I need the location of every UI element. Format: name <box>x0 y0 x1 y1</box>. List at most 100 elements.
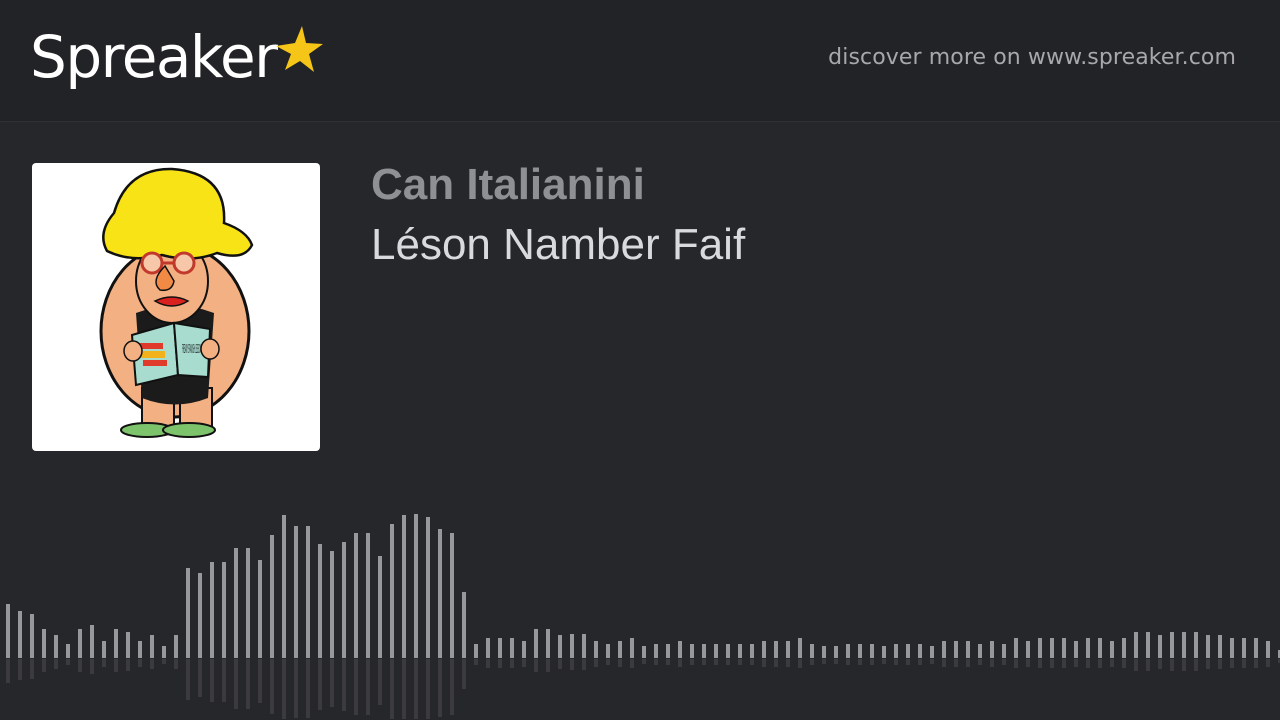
waveform-bar-reflection <box>186 659 190 700</box>
waveform-bar <box>42 629 46 658</box>
waveform-bar <box>918 644 922 658</box>
waveform-bar-reflection <box>882 659 886 664</box>
waveform-bar-reflection <box>1134 659 1138 671</box>
waveform-bar <box>702 644 706 658</box>
waveform-bar-reflection <box>570 659 574 670</box>
waveform-bar-reflection <box>378 659 382 705</box>
waveform-bar <box>978 644 982 658</box>
show-title[interactable]: Can Italianini <box>371 158 645 212</box>
waveform-bar <box>1062 638 1066 658</box>
waveform-bar <box>1230 638 1234 658</box>
audio-waveform[interactable] <box>0 500 1280 720</box>
waveform-bar <box>486 638 490 658</box>
waveform-bar-reflection <box>498 659 502 668</box>
waveform-bar-reflection <box>270 659 274 714</box>
waveform-bar <box>954 641 958 658</box>
waveform-bar-reflection <box>450 659 454 715</box>
waveform-bar-reflection <box>810 659 814 665</box>
waveform-bar-reflection <box>534 659 538 672</box>
waveform-bar <box>1002 644 1006 658</box>
waveform-bar <box>1182 632 1186 658</box>
waveform-bar-reflection <box>1014 659 1018 668</box>
waveform-bar-reflection <box>1194 659 1198 671</box>
waveform-bar <box>690 644 694 658</box>
waveform-bar <box>174 635 178 658</box>
waveform-bar-reflection <box>390 659 394 719</box>
waveform-bar <box>1194 632 1198 658</box>
cartoon-character-image: FREAKY SPANISH LESSONS FAIF <box>99 167 254 438</box>
waveform-bar <box>30 614 34 658</box>
waveform-bar-reflection <box>126 659 130 671</box>
waveform-bar <box>402 515 406 658</box>
waveform-bar-reflection <box>774 659 778 667</box>
waveform-bar <box>546 629 550 658</box>
waveform-bar <box>630 638 634 658</box>
waveform-bar <box>1110 641 1114 658</box>
spreaker-logo[interactable]: Spreaker <box>30 22 324 102</box>
waveform-bar <box>1206 635 1210 658</box>
waveform-bar-reflection <box>822 659 826 664</box>
waveform-bar <box>810 644 814 658</box>
waveform-bar <box>462 592 466 658</box>
waveform-bar-reflection <box>906 659 910 665</box>
waveform-bar <box>90 625 94 658</box>
waveform-bar <box>942 641 946 658</box>
waveform-bar <box>1050 638 1054 658</box>
star-icon <box>276 26 324 72</box>
waveform-bar-reflection <box>666 659 670 665</box>
waveform-bar <box>966 641 970 658</box>
waveform-bar <box>342 542 346 658</box>
waveform-bar <box>858 644 862 658</box>
waveform-bar-reflection <box>306 659 310 718</box>
waveform-bar <box>666 644 670 658</box>
waveform-bar-reflection <box>966 659 970 667</box>
waveform-bar-reflection <box>1086 659 1090 668</box>
waveform-bar <box>270 535 274 658</box>
waveform-bar <box>162 646 166 658</box>
waveform-bar <box>282 515 286 658</box>
waveform-bar-reflection <box>342 659 346 711</box>
waveform-bar-reflection <box>198 659 202 697</box>
waveform-bar <box>1134 632 1138 658</box>
waveform-bar-reflection <box>954 659 958 667</box>
waveform-bar <box>1074 641 1078 658</box>
waveform-bar <box>990 641 994 658</box>
waveform-bar-reflection <box>234 659 238 709</box>
waveform-bar <box>1086 638 1090 658</box>
waveform-bar-reflection <box>414 659 418 719</box>
waveform-bar <box>1038 638 1042 658</box>
waveform-bar-reflection <box>90 659 94 674</box>
waveform-bar <box>654 644 658 658</box>
waveform-bar-reflection <box>582 659 586 670</box>
waveform-bar <box>726 644 730 658</box>
waveform-bar-reflection <box>630 659 634 668</box>
waveform-bar <box>306 526 310 658</box>
waveform-bar <box>618 641 622 658</box>
waveform-bar-reflection <box>990 659 994 667</box>
waveform-bar-reflection <box>558 659 562 669</box>
waveform-bar <box>1122 638 1126 658</box>
waveform-bar <box>594 641 598 658</box>
waveform-bar <box>534 629 538 658</box>
waveform-bar-reflection <box>1038 659 1042 668</box>
waveform-bar-reflection <box>102 659 106 667</box>
episode-title[interactable]: Léson Namber Faif <box>371 218 745 272</box>
waveform-bar-reflection <box>690 659 694 665</box>
waveform-bar <box>570 634 574 658</box>
waveform-bar-reflection <box>6 659 10 683</box>
waveform-bar <box>318 544 322 658</box>
waveform-bar <box>762 641 766 658</box>
waveform-bar <box>426 517 430 658</box>
waveform-bar <box>18 611 22 658</box>
waveform-bar-reflection <box>282 659 286 719</box>
brand-name: Spreaker <box>30 23 278 91</box>
waveform-bar <box>54 635 58 658</box>
waveform-bar <box>870 644 874 658</box>
waveform-bar <box>474 644 478 658</box>
waveform-bar-reflection <box>798 659 802 668</box>
waveform-bar-reflection <box>246 659 250 709</box>
waveform-bar-reflection <box>330 659 334 707</box>
discover-link[interactable]: discover more on www.spreaker.com <box>828 45 1236 70</box>
waveform-bar <box>882 646 886 658</box>
waveform-bar-reflection <box>858 659 862 665</box>
